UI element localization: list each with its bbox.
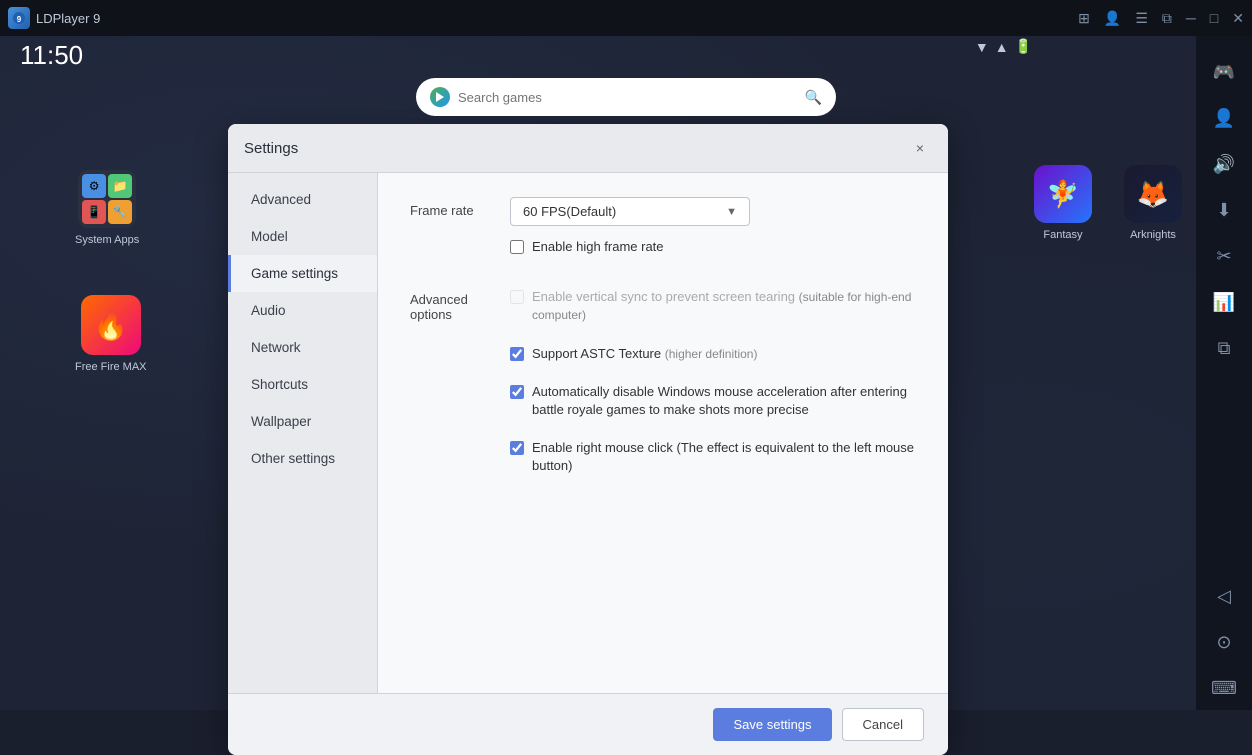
mouse-acceleration-checkbox[interactable]: [510, 385, 524, 399]
vertical-sync-checkbox[interactable]: [510, 290, 524, 304]
right-mouse-click-row: Enable right mouse click (The effect is …: [510, 439, 916, 475]
advanced-options-label: Advanced options: [410, 288, 510, 322]
astc-texture-sublabel: (higher definition): [665, 347, 758, 361]
clock: 11:50: [20, 40, 83, 71]
nav-audio[interactable]: Audio: [228, 292, 377, 329]
right-app-1-icon: 🧚: [1034, 165, 1092, 223]
settings-cell: ⚙: [82, 174, 106, 198]
nav-advanced[interactable]: Advanced: [228, 181, 377, 218]
modal-sidebar: Advanced Model Game settings Audio Netwo…: [228, 173, 378, 693]
nav-wallpaper[interactable]: Wallpaper: [228, 403, 377, 440]
fps-dropdown-value: 60 FPS(Default): [523, 204, 616, 219]
top-bar-right: ⊞ 👤 ☰ ⧉ ─ □ ✕: [1078, 10, 1244, 27]
astc-texture-label: Support ASTC Texture (higher definition): [532, 345, 757, 363]
sidebar-download-btn[interactable]: ⬇: [1202, 188, 1246, 232]
user-icon[interactable]: 👤: [1104, 10, 1121, 27]
system-apps-icon-box: ⚙ 📁 📱 🔧: [78, 170, 136, 228]
dropdown-arrow-icon: ▼: [726, 206, 737, 218]
files-cell: 📁: [108, 174, 132, 198]
sidebar-copy-btn[interactable]: ⧉: [1202, 326, 1246, 370]
apps-cell: 📱: [82, 200, 106, 224]
search-bar[interactable]: 🔍: [416, 78, 836, 116]
advanced-options-row: Advanced options Enable vertical sync to…: [410, 288, 916, 483]
sidebar-volume-btn[interactable]: 🔊: [1202, 142, 1246, 186]
right-mouse-click-label: Enable right mouse click (The effect is …: [532, 439, 916, 475]
sidebar-gamepad-btn[interactable]: 🎮: [1202, 50, 1246, 94]
right-app-1[interactable]: 🧚 Fantasy: [1034, 165, 1092, 241]
modal-header: Settings ×: [228, 124, 948, 173]
save-settings-button[interactable]: Save settings: [713, 708, 831, 741]
sidebar-circle-btn[interactable]: ⊙: [1202, 620, 1246, 664]
arknights-icon-box: 🦊: [1124, 165, 1182, 223]
sidebar-keyboard-btn[interactable]: ⌨: [1202, 666, 1246, 710]
vertical-sync-row: Enable vertical sync to prevent screen t…: [510, 288, 916, 324]
vertical-sync-text: Enable vertical sync to prevent screen t…: [532, 289, 795, 304]
mouse-acceleration-row: Automatically disable Windows mouse acce…: [510, 383, 916, 419]
free-fire-emoji: 🔥: [93, 309, 128, 342]
close-icon[interactable]: ✕: [1232, 10, 1244, 27]
nav-network[interactable]: Network: [228, 329, 377, 366]
app-title: LDPlayer 9: [36, 11, 100, 26]
app-logo: 9: [8, 7, 30, 29]
right-app-1-label: Fantasy: [1043, 229, 1082, 241]
system-apps-icon[interactable]: ⚙ 📁 📱 🔧 System Apps: [75, 170, 139, 246]
nav-shortcuts[interactable]: Shortcuts: [228, 366, 377, 403]
frame-rate-row: Frame rate 60 FPS(Default) ▼ Enable high…: [410, 197, 916, 264]
system-apps-label: System Apps: [75, 234, 139, 246]
nav-model[interactable]: Model: [228, 218, 377, 255]
advanced-options-controls: Enable vertical sync to prevent screen t…: [510, 288, 916, 483]
astc-texture-text: Support ASTC Texture: [532, 346, 661, 361]
search-input[interactable]: [458, 90, 797, 105]
tools-cell: 🔧: [108, 200, 132, 224]
free-fire-icon-box: 🔥: [81, 295, 141, 355]
arknights-icon[interactable]: 🦊 Arknights: [1124, 165, 1182, 241]
battery-icon: 🔋: [1015, 38, 1032, 55]
free-fire-max-icon[interactable]: 🔥 Free Fire MAX: [75, 295, 147, 373]
top-bar-left: 9 LDPlayer 9: [8, 7, 100, 29]
free-fire-label: Free Fire MAX: [75, 361, 147, 373]
frame-rate-controls: 60 FPS(Default) ▼ Enable high frame rate: [510, 197, 916, 264]
svg-text:9: 9: [17, 15, 22, 24]
nav-game-settings[interactable]: Game settings: [228, 255, 377, 292]
wifi-icon: ▼: [975, 39, 989, 55]
fps-dropdown[interactable]: 60 FPS(Default) ▼: [510, 197, 750, 226]
sidebar-user-btn[interactable]: 👤: [1202, 96, 1246, 140]
gamepad-icon[interactable]: ⊞: [1078, 10, 1090, 27]
modal-footer: Save settings Cancel: [228, 693, 948, 755]
astc-texture-row: Support ASTC Texture (higher definition): [510, 345, 916, 363]
menu-icon[interactable]: ☰: [1135, 10, 1148, 27]
status-bar: ▼ ▲ 🔋: [975, 38, 1032, 55]
settings-modal: Settings × Advanced Model Game settings …: [228, 124, 948, 755]
resize-icon[interactable]: ⧉: [1162, 10, 1172, 27]
play-store-logo: [430, 87, 450, 107]
modal-close-button[interactable]: ×: [908, 136, 932, 160]
minimize-icon[interactable]: ─: [1186, 10, 1196, 26]
vertical-sync-label: Enable vertical sync to prevent screen t…: [532, 288, 916, 324]
sidebar-scissors-btn[interactable]: ✂: [1202, 234, 1246, 278]
top-bar: 9 LDPlayer 9 ⊞ 👤 ☰ ⧉ ─ □ ✕: [0, 0, 1252, 36]
high-frame-rate-row: Enable high frame rate: [510, 238, 916, 256]
arknights-label: Arknights: [1130, 229, 1176, 241]
signal-icon: ▲: [995, 39, 1009, 55]
sidebar-chart-btn[interactable]: 📊: [1202, 280, 1246, 324]
frame-rate-label: Frame rate: [410, 197, 510, 218]
modal-title: Settings: [244, 140, 298, 157]
high-frame-rate-checkbox[interactable]: [510, 240, 524, 254]
high-frame-rate-label: Enable high frame rate: [532, 238, 664, 256]
astc-texture-checkbox[interactable]: [510, 347, 524, 361]
sidebar-expand-btn[interactable]: ◁: [1202, 574, 1246, 618]
cancel-button[interactable]: Cancel: [842, 708, 924, 741]
right-mouse-click-checkbox[interactable]: [510, 441, 524, 455]
right-sidebar: 🎮 👤 🔊 ⬇ ✂ 📊 ⧉ ◁ ⊙ ⌨: [1196, 0, 1252, 710]
maximize-icon[interactable]: □: [1210, 10, 1218, 26]
nav-other-settings[interactable]: Other settings: [228, 440, 377, 477]
modal-body: Advanced Model Game settings Audio Netwo…: [228, 173, 948, 693]
mouse-acceleration-label: Automatically disable Windows mouse acce…: [532, 383, 916, 419]
search-icon: 🔍: [805, 89, 822, 106]
modal-content: Frame rate 60 FPS(Default) ▼ Enable high…: [378, 173, 948, 693]
